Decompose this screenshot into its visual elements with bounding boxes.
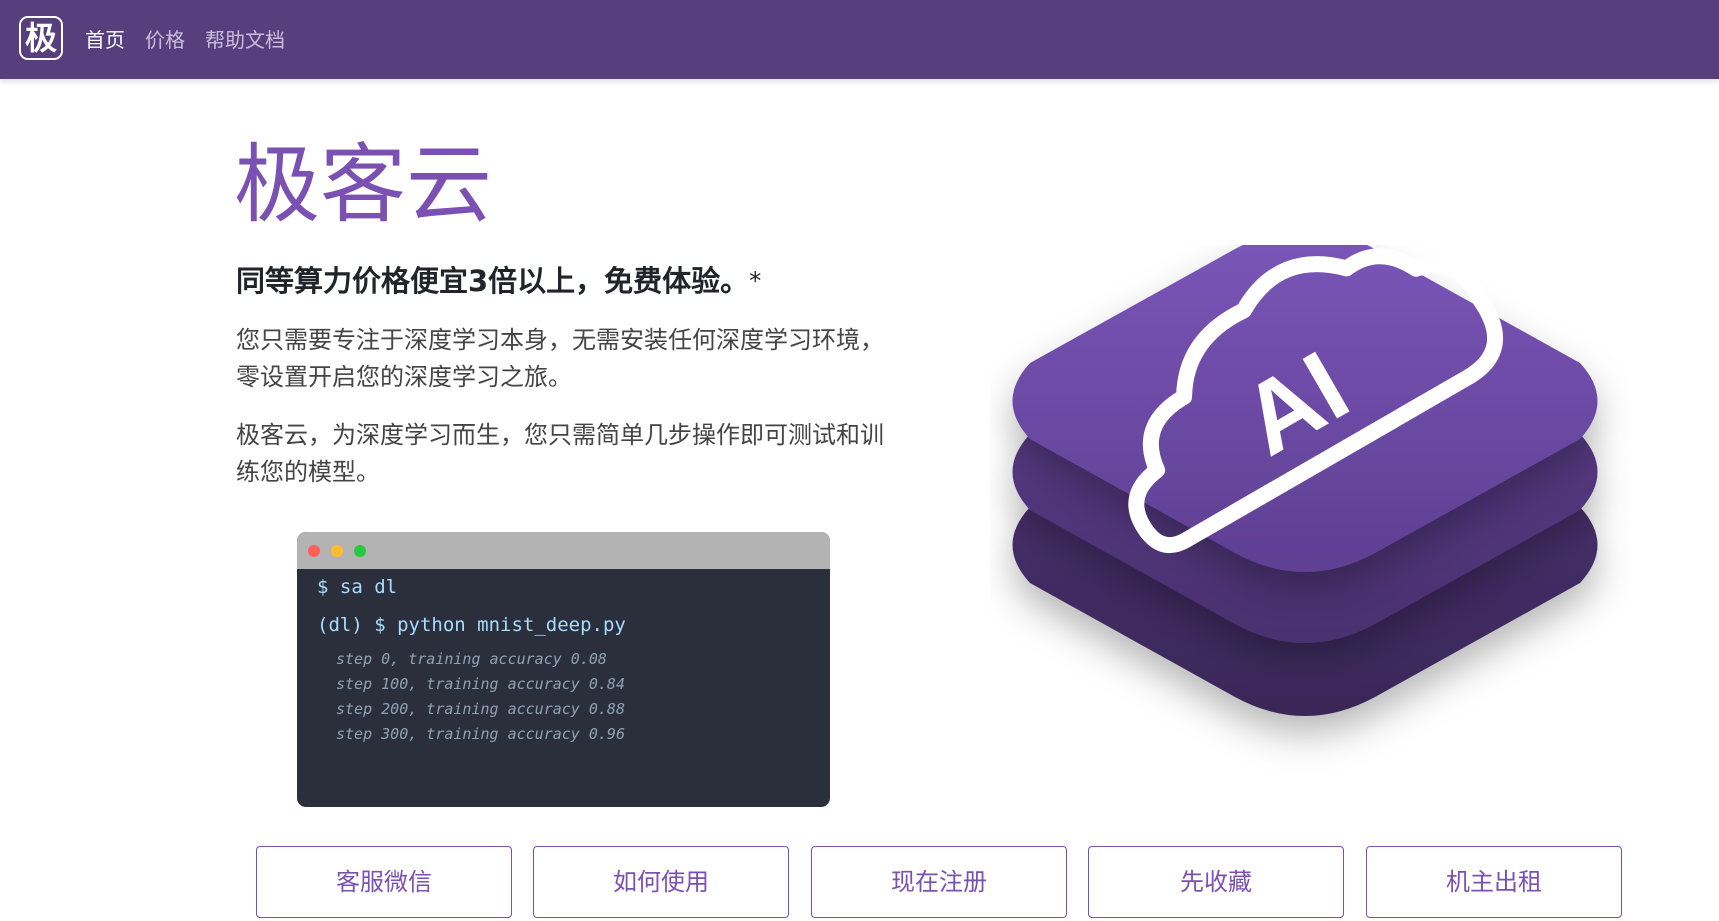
terminal-output-line: step 100, training accuracy 0.84 bbox=[336, 675, 625, 693]
terminal-command-2: (dl) $ python mnist_deep.py bbox=[317, 614, 626, 636]
terminal-output-line: step 300, training accuracy 0.96 bbox=[336, 725, 625, 743]
hero-subtitle-footnote-mark: * bbox=[749, 267, 762, 295]
window-minimize-dot-icon bbox=[331, 545, 343, 557]
host-rental-button[interactable]: 机主出租 bbox=[1366, 846, 1622, 918]
top-navbar: 极 首页 价格 帮助文档 bbox=[0, 0, 1719, 79]
terminal-output-line: step 0, training accuracy 0.08 bbox=[336, 650, 607, 668]
nav-link-home[interactable]: 首页 bbox=[85, 27, 125, 53]
hero-paragraph-1: 您只需要专注于深度学习本身，无需安装任何深度学习环境，零设置开启您的深度学习之旅… bbox=[236, 326, 884, 391]
hero-subtitle-text: 同等算力价格便宜3倍以上，免费体验。 bbox=[236, 264, 750, 298]
terminal-titlebar bbox=[297, 532, 830, 569]
nav-link-docs[interactable]: 帮助文档 bbox=[205, 27, 285, 53]
hero-subtitle: 同等算力价格便宜3倍以上，免费体验。* bbox=[236, 262, 761, 300]
register-now-button[interactable]: 现在注册 bbox=[811, 846, 1067, 918]
wechat-support-button[interactable]: 客服微信 bbox=[256, 846, 512, 918]
nav-link-pricing[interactable]: 价格 bbox=[145, 27, 185, 53]
how-to-use-button[interactable]: 如何使用 bbox=[533, 846, 789, 918]
brand-logo[interactable]: 极 bbox=[19, 16, 63, 60]
ai-cloud-stack-illustration: AI bbox=[1012, 245, 1598, 716]
window-close-dot-icon bbox=[308, 545, 320, 557]
hero-paragraph-2: 极客云，为深度学习而生，您只需简单几步操作即可测试和训练您的模型。 bbox=[236, 421, 884, 486]
window-maximize-dot-icon bbox=[354, 545, 366, 557]
bookmark-button[interactable]: 先收藏 bbox=[1088, 846, 1344, 918]
hero-title: 极客云 bbox=[234, 135, 492, 235]
terminal-output-line: step 200, training accuracy 0.88 bbox=[336, 700, 625, 718]
terminal-command-1: $ sa dl bbox=[317, 576, 398, 598]
terminal-window: $ sa dl (dl) $ python mnist_deep.py step… bbox=[297, 532, 830, 807]
